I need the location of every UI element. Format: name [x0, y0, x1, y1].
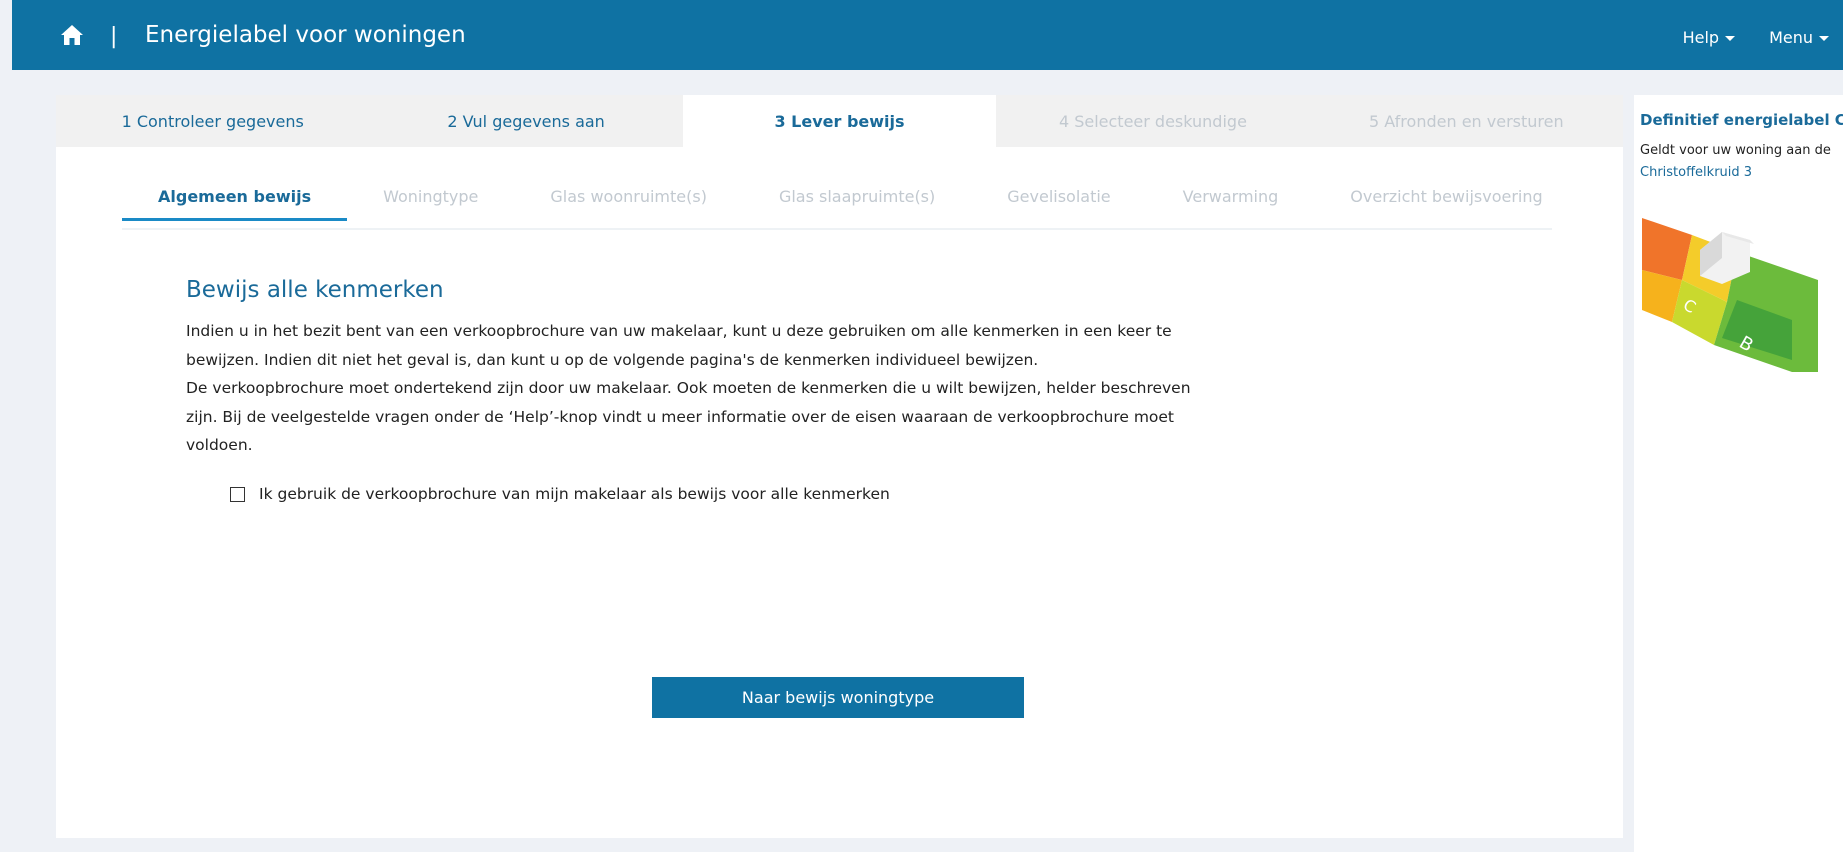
step-afronden-en-versturen: 5 Afronden en versturen: [1369, 111, 1564, 131]
next-woningtype-button[interactable]: Naar bewijs woningtype: [652, 677, 1024, 718]
step-selecteer-deskundige: 4 Selecteer deskundige: [1058, 111, 1247, 131]
content-section: Bewijs alle kenmerken Indien u in het be…: [186, 277, 1286, 460]
help-menu-label: Help: [1682, 28, 1720, 47]
tab-overzicht-bewijsvoering: Overzicht bewijsvoering: [1350, 187, 1543, 206]
intro-line-2: bewijzen. Indien dit niet het geval is, …: [186, 350, 1039, 369]
energy-label-graphic: C B: [1642, 218, 1818, 372]
address-link[interactable]: Christoffelkruid 3: [1640, 165, 1752, 180]
brochure-checkbox[interactable]: [230, 486, 245, 502]
step-vul-gegevens-aan[interactable]: 2 Vul gegevens aan: [369, 95, 682, 147]
caret-down-icon: [1819, 36, 1829, 41]
step-lever-bewijs[interactable]: 3 Lever bewijs: [682, 95, 997, 147]
tab-glas-woonruimtes: Glas woonruimte(s): [550, 187, 707, 206]
caret-down-icon: [1725, 36, 1736, 41]
tab-gevelisolatie: Gevelisolatie: [1007, 187, 1111, 206]
home-icon[interactable]: [60, 24, 84, 46]
subtab-bar: Algemeen bewijs Woningtype Glas woonruim…: [122, 187, 1552, 230]
intro-line-3: De verkoopbrochure moet ondertekend zijn…: [186, 379, 1191, 397]
help-menu[interactable]: Help: [1682, 28, 1736, 47]
step-navigation: 1 Controleer gegevens 2 Vul gegevens aan…: [56, 95, 1623, 147]
section-heading: Bewijs alle kenmerken: [186, 277, 444, 303]
top-nav: Help Menu: [1683, 28, 1829, 47]
step-controleer-gegevens[interactable]: 1 Controleer gegevens: [56, 95, 369, 147]
label-description: Geldt voor uw woning aan de: [1640, 143, 1831, 158]
brochure-checkbox-label: Ik gebruik de verkoopbrochure van mijn m…: [259, 485, 890, 503]
tab-verwarming: Verwarming: [1182, 187, 1279, 206]
main-menu-label: Menu: [1769, 28, 1813, 47]
intro-line-5: voldoen.: [186, 436, 253, 454]
main-panel: 1 Controleer gegevens 2 Vul gegevens aan…: [56, 95, 1623, 838]
tab-glas-slaapruimtes: Glas slaapruimte(s): [778, 187, 936, 206]
tab-woningtype: Woningtype: [383, 187, 479, 206]
header-divider: |: [110, 24, 118, 49]
label-sidebar: Definitief energielabel C Geldt voor uw …: [1634, 95, 1843, 852]
tab-algemeen-bewijs[interactable]: Algemeen bewijs: [122, 187, 348, 221]
app-title: Energielabel voor woningen: [145, 22, 466, 48]
intro-line-1: Indien u in het bezit bent van een verko…: [186, 322, 1172, 340]
main-menu[interactable]: Menu: [1769, 28, 1829, 47]
label-title: Definitief energielabel C: [1640, 111, 1843, 129]
intro-line-4: zijn. Bij de veelgestelde vragen onder d…: [186, 407, 1175, 426]
top-header: | Energielabel voor woningen Help Menu: [12, 0, 1843, 70]
brochure-checkbox-row[interactable]: Ik gebruik de verkoopbrochure van mijn m…: [230, 485, 890, 503]
